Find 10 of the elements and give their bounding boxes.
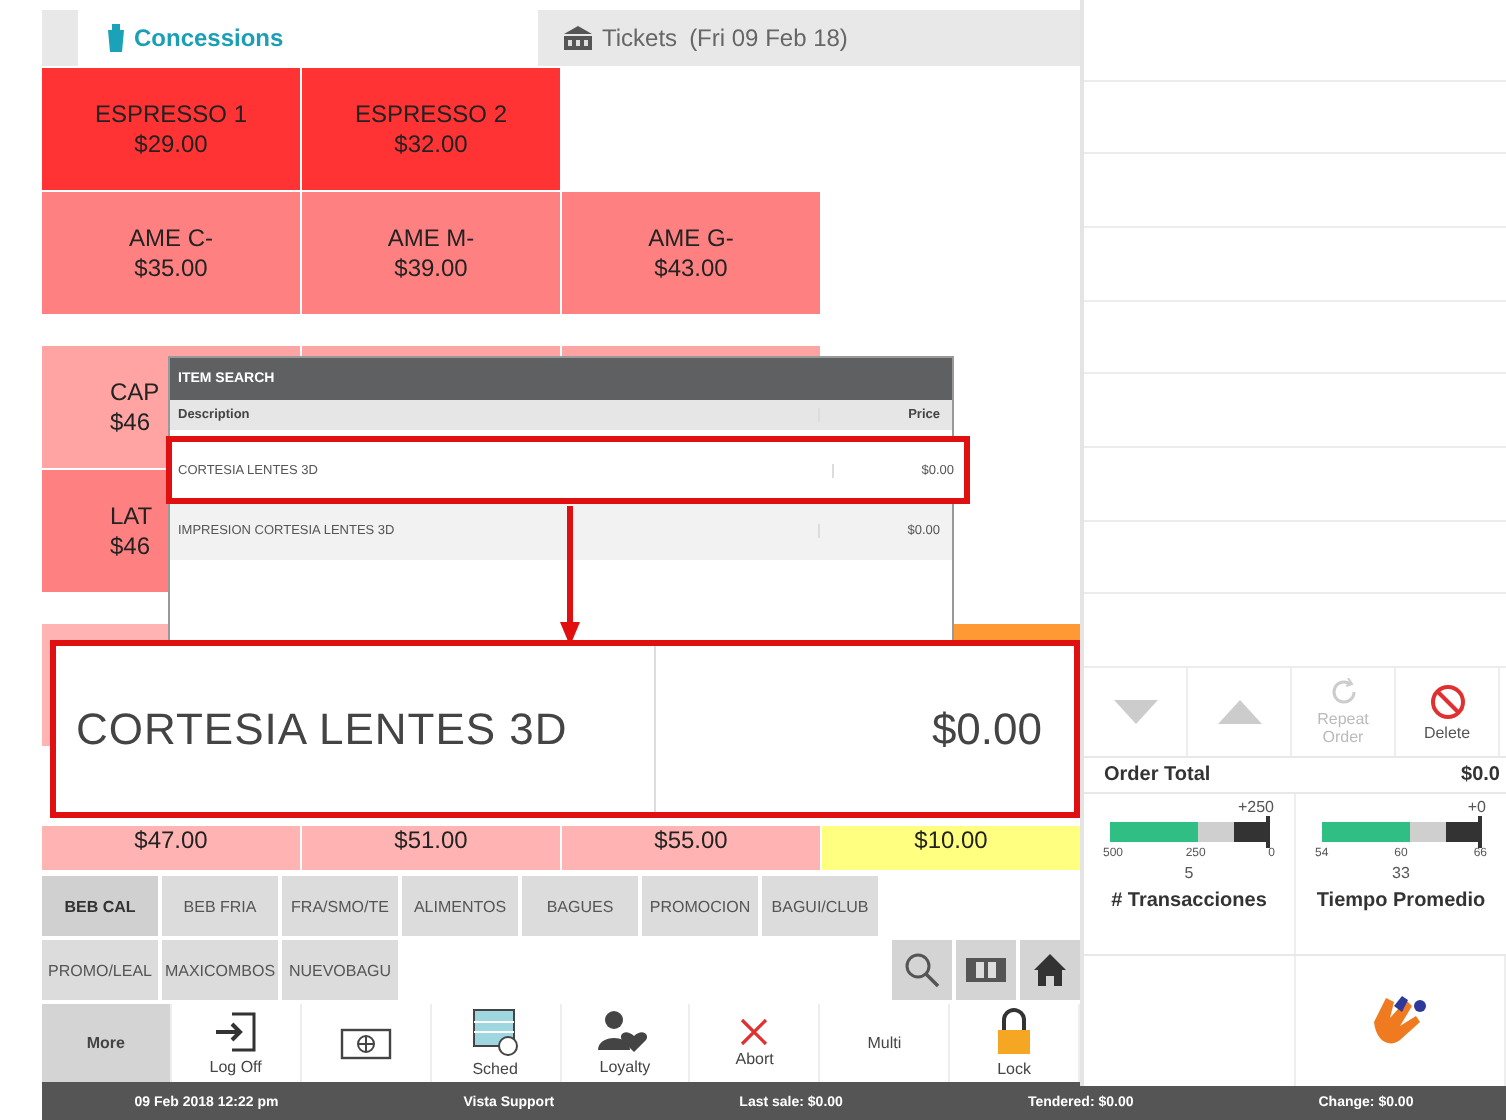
- gauge-target: +250: [1237, 798, 1274, 816]
- order-total-label: Order Total: [1104, 764, 1211, 786]
- order-total-amount: $0.0: [1461, 764, 1500, 786]
- callout-price: $0.00: [929, 703, 1044, 755]
- gauge-label: # Transacciones: [1111, 890, 1267, 912]
- gauge-target: +0: [1467, 798, 1486, 816]
- gauge-value: 5: [1184, 864, 1194, 882]
- callout-description: CORTESIA LENTES 3D: [56, 646, 656, 812]
- gauge-label: Tiempo Promedio: [1316, 890, 1486, 912]
- gauge-value: 33: [1392, 864, 1410, 882]
